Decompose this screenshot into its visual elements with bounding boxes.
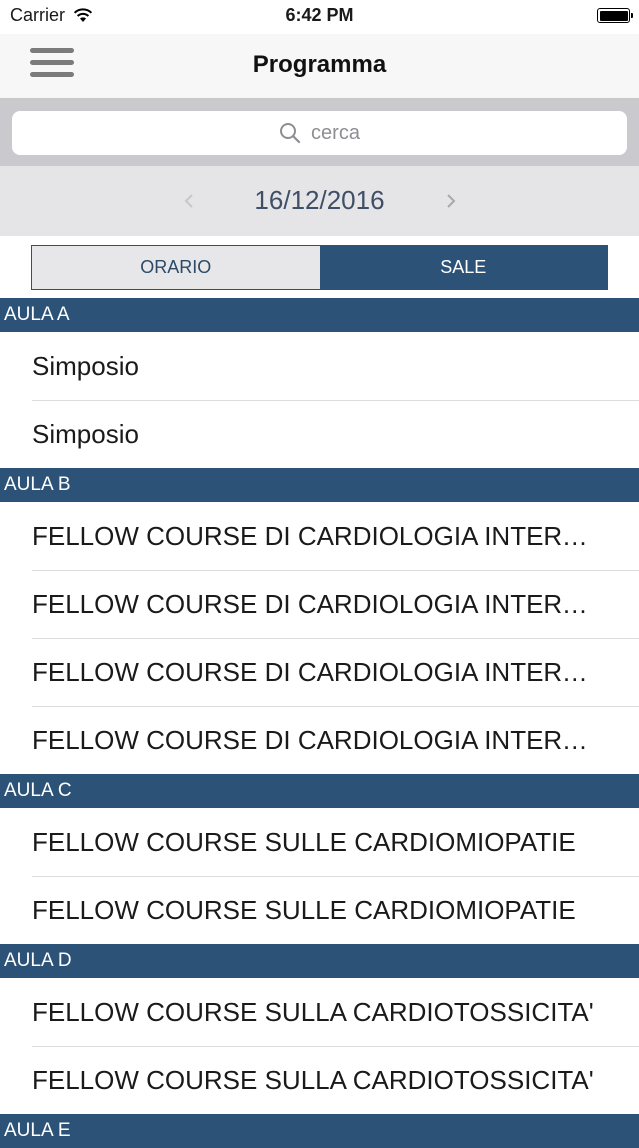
section-header: AULA E xyxy=(0,1114,639,1148)
list-item-title: FELLOW COURSE DI CARDIOLOGIA INTERVENTIS… xyxy=(32,724,597,755)
segment-sale[interactable]: SALE xyxy=(319,246,607,289)
search-icon xyxy=(280,123,301,144)
view-segmented-control: ORARIO SALE xyxy=(31,245,608,290)
list-item-title: FELLOW COURSE SULLE CARDIOMIOPATIE xyxy=(32,894,576,925)
list-item[interactable]: FELLOW COURSE SULLA CARDIOTOSSICITA' xyxy=(0,1046,639,1114)
search-area: cerca xyxy=(0,99,639,166)
list-item[interactable]: FELLOW COURSE DI CARDIOLOGIA INTERVENTIS… xyxy=(0,502,639,570)
list-item[interactable]: FELLOW COURSE SULLE CARDIOMIOPATIE xyxy=(0,876,639,944)
list-item-title: FELLOW COURSE DI CARDIOLOGIA INTERVENTIS… xyxy=(32,656,597,687)
list-item-title: FELLOW COURSE SULLA CARDIOTOSSICITA' xyxy=(32,1064,594,1095)
page-title: Programma xyxy=(252,51,387,78)
list-item[interactable]: FELLOW COURSE DI CARDIOLOGIA INTERVENTIS… xyxy=(0,570,639,638)
status-bar: Carrier 6:42 PM xyxy=(0,0,639,34)
list-item-title: FELLOW COURSE DI CARDIOLOGIA INTERVENTIS… xyxy=(32,520,597,551)
section-rows: FELLOW COURSE DI CARDIOLOGIA INTERVENTIS… xyxy=(0,502,639,774)
current-date: 16/12/2016 xyxy=(254,185,385,215)
list-item-title: Simposio xyxy=(32,418,139,449)
list-item-title: FELLOW COURSE SULLA CARDIOTOSSICITA' xyxy=(32,996,594,1027)
section-header: AULA A xyxy=(0,298,639,332)
list-item[interactable]: Simposio xyxy=(0,400,639,468)
list-item-title: Simposio xyxy=(32,350,139,381)
segment-orario[interactable]: ORARIO xyxy=(32,246,320,289)
search-placeholder: cerca xyxy=(311,121,360,144)
status-time: 6:42 PM xyxy=(285,5,354,25)
navigation-bar: Programma xyxy=(0,34,639,99)
date-navigator: 16/12/2016 xyxy=(0,166,639,236)
battery-level xyxy=(599,10,628,21)
session-list: AULA A Simposio Simposio AULA B FELLOW COURS… xyxy=(0,298,639,1148)
section-rows: FELLOW COURSE SULLA CARDIOTOSSICITA' FELL… xyxy=(0,978,639,1114)
section-rows: Simposio Simposio xyxy=(0,332,639,468)
list-item-title: FELLOW COURSE SULLE CARDIOMIOPATIE xyxy=(32,826,576,857)
chevron-right-icon[interactable] xyxy=(436,186,466,216)
list-item[interactable]: FELLOW COURSE SULLE CARDIOMIOPATIE xyxy=(0,808,639,876)
section-header: AULA D xyxy=(0,944,639,978)
list-item[interactable]: Simposio xyxy=(0,332,639,400)
list-item[interactable]: FELLOW COURSE DI CARDIOLOGIA INTERVENTIS… xyxy=(0,638,639,706)
section-header: AULA C xyxy=(0,774,639,808)
list-item[interactable]: FELLOW COURSE DI CARDIOLOGIA INTERVENTIS… xyxy=(0,706,639,774)
section-rows: FELLOW COURSE SULLE CARDIOMIOPATIE FELLOW… xyxy=(0,808,639,944)
section-header: AULA B xyxy=(0,468,639,502)
list-item-title: FELLOW COURSE DI CARDIOLOGIA INTERVENTIS… xyxy=(32,588,597,619)
search-input[interactable]: cerca xyxy=(12,111,627,155)
list-item[interactable]: FELLOW COURSE SULLA CARDIOTOSSICITA' xyxy=(0,978,639,1046)
battery-icon xyxy=(597,8,633,23)
